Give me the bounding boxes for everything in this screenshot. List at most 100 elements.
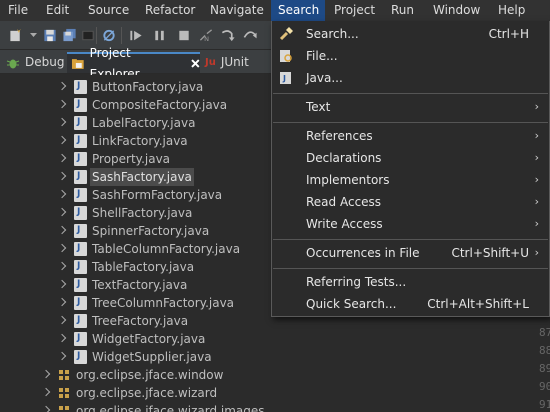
expand-chevron-icon[interactable] xyxy=(42,388,52,398)
tree-file-label: TreeColumnFactory.java xyxy=(92,296,235,310)
line-number: 88 xyxy=(539,344,550,357)
search-menu-item-declarations[interactable]: Declarations › xyxy=(272,147,549,169)
disconnect-icon[interactable]: N xyxy=(198,28,214,43)
expand-chevron-icon[interactable] xyxy=(58,82,68,92)
tree-row-file[interactable]: TableFactory.java xyxy=(0,258,290,276)
expand-chevron-icon[interactable] xyxy=(58,226,68,236)
expand-chevron-icon[interactable] xyxy=(58,190,68,200)
step-over-icon[interactable] xyxy=(242,28,258,43)
expand-chevron-icon[interactable] xyxy=(58,244,68,254)
expand-chevron-icon[interactable] xyxy=(58,316,68,326)
tree-file-label: TableColumnFactory.java xyxy=(92,242,241,256)
quick-search-shortcut: Ctrl+Alt+Shift+L xyxy=(427,297,529,311)
step-into-icon[interactable] xyxy=(220,28,236,43)
resume-icon[interactable] xyxy=(128,28,144,43)
search-menu-item-occurrences[interactable]: Occurrences in File Ctrl+Shift+U › xyxy=(272,242,549,264)
search-menu-item-java[interactable]: J Java... xyxy=(272,67,549,89)
menu-search[interactable]: Search xyxy=(271,0,325,21)
tree-row-file[interactable]: LinkFactory.java xyxy=(0,132,290,150)
expand-chevron-icon[interactable] xyxy=(58,298,68,308)
expand-chevron-icon[interactable] xyxy=(58,280,68,290)
tab-junit[interactable]: Ju JUnit xyxy=(205,52,249,73)
expand-chevron-icon[interactable] xyxy=(58,352,68,362)
expand-chevron-icon[interactable] xyxy=(42,370,52,380)
terminate-icon[interactable] xyxy=(176,28,192,43)
terminal-icon[interactable] xyxy=(80,28,96,43)
implementors-label: Implementors xyxy=(306,173,390,187)
expand-chevron-icon[interactable] xyxy=(58,154,68,164)
tree-row-file[interactable]: SashFactory.java xyxy=(0,168,290,186)
tab-project-explorer[interactable]: Project Explorer xyxy=(67,46,200,81)
menu-edit[interactable]: Edit xyxy=(46,0,69,21)
tree-row-file[interactable]: WidgetFactory.java xyxy=(0,330,290,348)
line-number: 91 xyxy=(539,398,550,411)
expand-chevron-icon[interactable] xyxy=(58,172,68,182)
search-menu-item-referring-tests[interactable]: Referring Tests... xyxy=(272,271,549,293)
search-label: Search... xyxy=(306,27,359,41)
new-dropdown-icon[interactable] xyxy=(30,33,37,38)
expand-chevron-icon[interactable] xyxy=(58,334,68,344)
menu-project[interactable]: Project xyxy=(334,0,375,21)
expand-chevron-icon[interactable] xyxy=(58,136,68,146)
tree-row-file[interactable]: SashFormFactory.java xyxy=(0,186,290,204)
menu-source[interactable]: Source xyxy=(88,0,129,21)
menu-help[interactable]: Help xyxy=(498,0,525,21)
skip-breakpoints-icon[interactable] xyxy=(101,28,117,43)
expand-chevron-icon[interactable] xyxy=(58,118,68,128)
tree-row-file[interactable]: TreeColumnFactory.java xyxy=(0,294,290,312)
tree-file-label: TableFactory.java xyxy=(92,260,195,274)
toolbar-separator xyxy=(121,27,122,44)
tree-file-label: SpinnerFactory.java xyxy=(92,224,210,238)
tree-row-file[interactable]: ButtonFactory.java xyxy=(0,78,290,96)
search-menu-item-write-access[interactable]: Write Access › xyxy=(272,213,549,235)
expand-chevron-icon[interactable] xyxy=(58,262,68,272)
close-icon[interactable] xyxy=(191,59,200,68)
search-menu-item-read-access[interactable]: Read Access › xyxy=(272,191,549,213)
expand-chevron-icon[interactable] xyxy=(58,100,68,110)
tree-row-file[interactable]: CompositeFactory.java xyxy=(0,96,290,114)
suspend-icon[interactable] xyxy=(152,28,168,43)
line-number: 89 xyxy=(539,362,550,375)
tree-file-label: SashFactory.java xyxy=(90,168,194,186)
search-menu-item-file[interactable]: File... xyxy=(272,45,549,67)
svg-text:J: J xyxy=(282,74,286,83)
tree-row-file[interactable]: LabelFactory.java xyxy=(0,114,290,132)
search-menu-dropdown: Search... Ctrl+H File... J Java... Text … xyxy=(271,21,550,317)
search-menu-item-quick-search[interactable]: Quick Search... Ctrl+Alt+Shift+L xyxy=(272,293,549,315)
tree-row-package[interactable]: org.eclipse.jface.window xyxy=(0,366,290,384)
menu-window[interactable]: Window xyxy=(433,0,480,21)
search-menu-item-text[interactable]: Text › xyxy=(272,96,549,118)
tree-row-file[interactable]: TreeFactory.java xyxy=(0,312,290,330)
file-search-icon xyxy=(280,50,292,62)
menu-run[interactable]: Run xyxy=(391,0,414,21)
new-icon[interactable] xyxy=(8,28,24,43)
search-menu-item-references[interactable]: References › xyxy=(272,125,549,147)
search-menu-item-implementors[interactable]: Implementors › xyxy=(272,169,549,191)
menu-refactor[interactable]: Refactor xyxy=(145,0,195,21)
submenu-arrow-icon: › xyxy=(534,217,539,230)
save-icon[interactable] xyxy=(42,28,58,43)
junit-icon: Ju xyxy=(205,57,216,68)
menu-file[interactable]: File xyxy=(8,0,28,21)
tree-row-file[interactable]: TableColumnFactory.java xyxy=(0,240,290,258)
java-file-icon xyxy=(74,206,87,220)
search-menu-item-search[interactable]: Search... Ctrl+H xyxy=(272,23,549,45)
tree-row-package[interactable]: org.eclipse.jface.wizard xyxy=(0,384,290,402)
expand-chevron-icon[interactable] xyxy=(58,208,68,218)
project-tree: ButtonFactory.java CompositeFactory.java L… xyxy=(0,75,290,412)
file-label: File... xyxy=(306,49,338,63)
tree-row-file[interactable]: WidgetSupplier.java xyxy=(0,348,290,366)
tree-row-file[interactable]: TextFactory.java xyxy=(0,276,290,294)
java-label: Java... xyxy=(306,71,343,85)
tree-row-file[interactable]: SpinnerFactory.java xyxy=(0,222,290,240)
expand-chevron-icon[interactable] xyxy=(42,406,52,412)
tree-row-package[interactable]: org.eclipse.jface.wizard.images xyxy=(0,402,290,412)
tab-debug-label: Debug xyxy=(25,55,65,69)
package-icon xyxy=(59,388,69,398)
tree-row-file[interactable]: Property.java xyxy=(0,150,290,168)
java-file-icon xyxy=(74,116,87,130)
tab-debug[interactable]: Debug xyxy=(6,52,64,73)
tree-row-file[interactable]: ShellFactory.java xyxy=(0,204,290,222)
save-all-icon[interactable] xyxy=(62,28,78,43)
menu-navigate[interactable]: Navigate xyxy=(210,0,264,21)
